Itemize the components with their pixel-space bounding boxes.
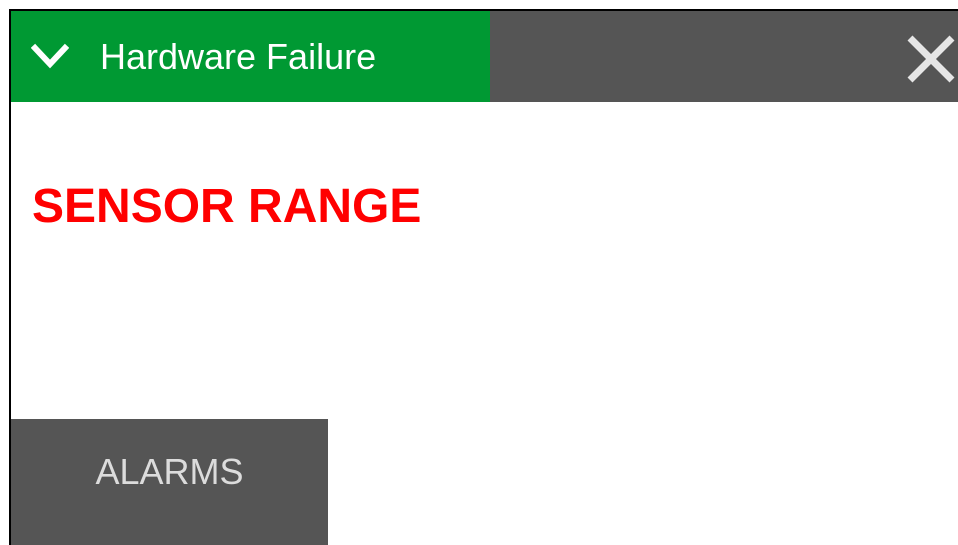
- title-tab[interactable]: Hardware Failure: [11, 11, 490, 102]
- alarm-dialog: Hardware Failure SENSOR RANGE ALARMS: [9, 9, 958, 545]
- close-icon[interactable]: [904, 32, 958, 86]
- alarm-message: SENSOR RANGE: [32, 180, 422, 233]
- chevron-down-icon[interactable]: [31, 43, 69, 71]
- dialog-title: Hardware Failure: [100, 36, 377, 77]
- alarms-button[interactable]: ALARMS: [11, 419, 328, 545]
- title-bar: Hardware Failure: [11, 11, 958, 102]
